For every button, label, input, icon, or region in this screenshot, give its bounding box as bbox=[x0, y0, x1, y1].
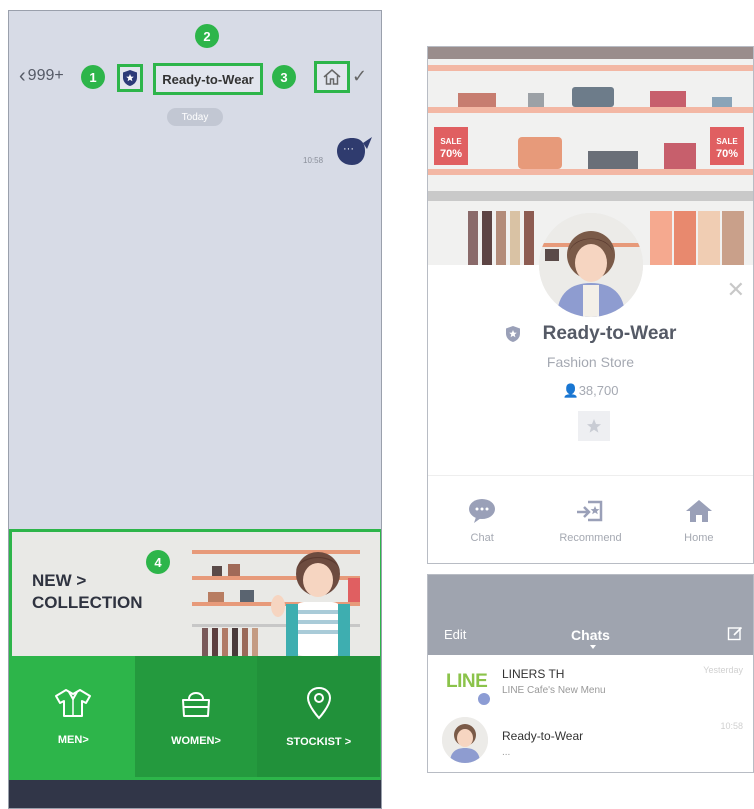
new-collection-banner[interactable]: NEW > COLLECTION 4 bbox=[12, 532, 380, 656]
stockist-button[interactable]: STOCKIST > bbox=[257, 656, 381, 777]
chats-title[interactable]: Chats bbox=[428, 627, 753, 643]
shirt-icon bbox=[55, 688, 92, 717]
chat-screen: ‹ 999+ 1 2 Ready-to-Wear 3 ✓ Today 10:58… bbox=[8, 10, 382, 809]
rich-menu: NEW > COLLECTION 4 MEN> WOMEN> STOCKIST … bbox=[9, 529, 381, 780]
sale-tag-left-bottom: 70% bbox=[440, 148, 462, 160]
chat-name: Ready-to-Wear bbox=[502, 729, 584, 743]
women-button-label: WOMEN> bbox=[171, 734, 221, 747]
chat-list-item[interactable]: Ready-to-Wear ... 10:58 bbox=[428, 715, 753, 770]
bottom-bar bbox=[9, 780, 381, 808]
callout-2: 2 bbox=[195, 24, 219, 48]
recommend-icon bbox=[577, 500, 603, 521]
men-button[interactable]: MEN> bbox=[12, 656, 135, 777]
callout-1: 1 bbox=[81, 65, 105, 89]
date-separator: Today bbox=[167, 108, 223, 126]
line-logo: LINE bbox=[446, 671, 488, 692]
official-account-profile: SALE 70% SALE 70% ✕ Ready-to-Wear Fashio… bbox=[427, 46, 754, 564]
follower-count: 👤38,700 bbox=[562, 383, 619, 398]
message-text: ··· bbox=[343, 143, 354, 155]
chat-action-label: Chat bbox=[470, 531, 494, 544]
back-button[interactable]: ‹ 999+ bbox=[19, 66, 64, 86]
official-account-badge[interactable] bbox=[117, 64, 143, 92]
chat-list-screen: Edit Chats LINE LINERS TH LINE Cafe's Ne… bbox=[427, 574, 754, 773]
men-button-label: MEN> bbox=[57, 733, 89, 746]
home-action-label: Home bbox=[684, 531, 714, 544]
chat-time: Yesterday bbox=[703, 665, 743, 675]
favorite-button[interactable] bbox=[578, 411, 610, 441]
home-icon bbox=[685, 499, 712, 522]
chat-title[interactable]: Ready-to-Wear bbox=[153, 63, 263, 95]
shield-star-icon bbox=[123, 70, 137, 86]
person-icon: 👤 bbox=[562, 383, 579, 398]
home-icon bbox=[323, 69, 341, 85]
shield-star-icon bbox=[505, 326, 520, 342]
chat-list-item[interactable]: LINE LINERS TH LINE Cafe's New Menu Yest… bbox=[428, 659, 753, 714]
unread-count: 999+ bbox=[27, 67, 64, 84]
store-shelves-illustration bbox=[192, 550, 360, 656]
chevron-left-icon: ‹ bbox=[19, 65, 26, 87]
women-button[interactable]: WOMEN> bbox=[134, 656, 258, 777]
chat-preview: LINE Cafe's New Menu bbox=[502, 685, 606, 696]
home-action[interactable]: Home bbox=[645, 476, 753, 563]
chat-name: LINERS TH bbox=[502, 667, 565, 681]
chevron-down-icon[interactable]: ✓ bbox=[352, 66, 367, 87]
stockist-button-label: STOCKIST > bbox=[286, 735, 352, 748]
chevron-down-icon bbox=[590, 645, 596, 649]
avatar bbox=[442, 717, 488, 763]
banner-line-2: COLLECTION bbox=[32, 593, 143, 613]
recommend-action-label: Recommend bbox=[559, 531, 622, 544]
official-badge-icon bbox=[476, 691, 492, 707]
message-bubble[interactable]: ··· bbox=[333, 135, 373, 169]
star-icon bbox=[587, 419, 601, 433]
profile-avatar bbox=[539, 213, 643, 317]
sale-tag-left-top: SALE bbox=[440, 137, 462, 146]
close-icon[interactable]: ✕ bbox=[727, 277, 745, 303]
recommend-action[interactable]: Recommend bbox=[536, 476, 644, 563]
chat-list-header: Edit Chats bbox=[428, 575, 753, 655]
chat-preview: ... bbox=[502, 747, 511, 758]
sale-tag-right-top: SALE bbox=[716, 137, 738, 146]
home-button[interactable] bbox=[314, 61, 350, 93]
compose-icon[interactable] bbox=[727, 625, 743, 646]
banner-line-1: NEW > bbox=[32, 571, 87, 590]
chat-icon bbox=[469, 498, 496, 523]
callout-3: 3 bbox=[272, 65, 296, 89]
profile-category: Fashion Store bbox=[546, 354, 635, 370]
chat-action[interactable]: Chat bbox=[428, 476, 536, 563]
chat-time: 10:58 bbox=[720, 721, 743, 731]
sale-tag-right-bottom: 70% bbox=[716, 148, 738, 160]
callout-4: 4 bbox=[146, 550, 170, 574]
location-pin-icon bbox=[306, 686, 331, 719]
profile-name: Ready-to-Wear bbox=[542, 323, 677, 344]
message-timestamp: 10:58 bbox=[303, 156, 324, 165]
handbag-icon bbox=[182, 691, 210, 717]
